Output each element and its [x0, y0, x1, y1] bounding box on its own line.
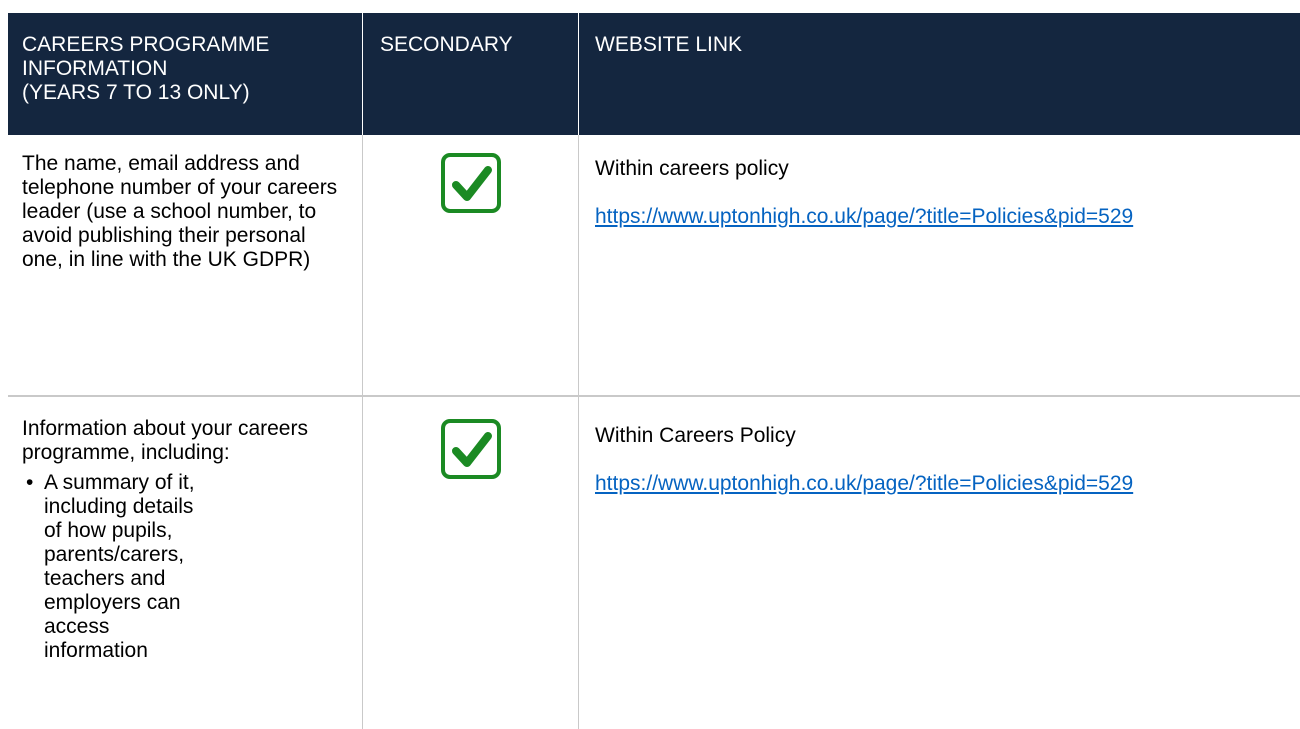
- header-secondary: SECONDARY: [363, 13, 579, 135]
- header-col1-line1: CAREERS PROGRAMME: [22, 33, 270, 56]
- careers-info-table: CAREERS PROGRAMME INFORMATION (YEARS 7 T…: [8, 13, 1300, 729]
- website-cell: Within careers policy https://www.uptonh…: [579, 135, 1300, 395]
- website-note: Within careers policy: [595, 157, 789, 180]
- bullet-icon: •: [26, 471, 34, 494]
- header-col1-line2: INFORMATION: [22, 57, 168, 80]
- info-cell: The name, email address and telephone nu…: [8, 135, 363, 395]
- bullet-text: A summary of it, including details of ho…: [44, 471, 195, 662]
- info-text: Information about your careers programme…: [22, 417, 308, 464]
- header-careers-programme-information: CAREERS PROGRAMME INFORMATION (YEARS 7 T…: [8, 13, 363, 135]
- website-note: Within Careers Policy: [595, 424, 796, 447]
- info-text: The name, email address and telephone nu…: [22, 152, 338, 271]
- website-cell: Within Careers Policy https://www.uptonh…: [579, 397, 1300, 729]
- checkbox-checked-icon: [441, 153, 501, 213]
- header-website-link: WEBSITE LINK: [595, 33, 743, 56]
- list-item: • A summary of it, including details of …: [22, 471, 214, 663]
- policies-link[interactable]: https://www.uptonhigh.co.uk/page/?title=…: [595, 205, 1300, 229]
- checkmark-icon: [452, 432, 492, 467]
- checkbox-checked-icon: [441, 419, 501, 479]
- table-row: Information about your careers programme…: [8, 397, 1300, 729]
- table-row: The name, email address and telephone nu…: [8, 135, 1300, 397]
- header-col1-line3: (YEARS 7 TO 13 ONLY): [22, 81, 250, 104]
- info-cell: Information about your careers programme…: [8, 397, 363, 729]
- secondary-cell: [363, 397, 579, 729]
- bullet-list: • A summary of it, including details of …: [22, 471, 352, 663]
- page: CAREERS PROGRAMME INFORMATION (YEARS 7 T…: [0, 0, 1300, 729]
- secondary-cell: [363, 135, 579, 395]
- checkmark-icon: [452, 166, 492, 201]
- policies-link[interactable]: https://www.uptonhigh.co.uk/page/?title=…: [595, 472, 1300, 496]
- table-header-row: CAREERS PROGRAMME INFORMATION (YEARS 7 T…: [8, 13, 1300, 135]
